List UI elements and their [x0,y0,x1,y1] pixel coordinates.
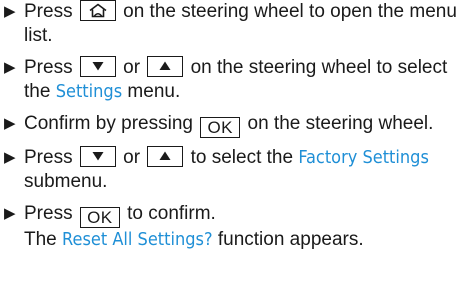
down-button-key [79,56,116,77]
up-button-key [147,56,184,77]
bullet-arrow-icon: ▶ [4,149,16,166]
home-icon [89,3,107,18]
step-1: ▶ Press on the steering wheel to open th… [2,0,460,48]
down-button-key [79,146,116,167]
bullet-arrow-icon: ▶ [4,3,16,20]
display-text-reset-all-settings: Reset All Settings? [62,229,213,250]
down-arrow-icon [92,62,104,71]
display-text-settings: Settings [55,81,123,102]
step-4-or: or [123,147,141,168]
step-2-pre: Press [24,57,73,78]
display-text-factory-settings: Factory Settings [298,147,429,168]
ok-button-key: OK [79,207,120,228]
step-5-result: The Reset All Settings? function appears… [24,228,460,252]
bullet-arrow-icon: ▶ [4,205,16,222]
step-1-pre: Press [24,1,73,22]
step-5-pre: Press [24,203,73,224]
step-3: ▶ Confirm by pressing OK on the steering… [2,112,460,138]
result-pre: The [24,229,57,250]
step-2-post2: menu. [127,81,181,102]
step-3-pre: Confirm by pressing [24,113,193,134]
step-2: ▶ Press or on the steering wheel to sele… [2,56,460,104]
step-5-post: to confirm. [127,203,216,224]
instruction-list: ▶ Press on the steering wheel to open th… [2,0,460,252]
ok-button-key: OK [200,117,241,138]
bullet-arrow-icon: ▶ [4,59,16,76]
bullet-arrow-icon: ▶ [4,115,16,132]
down-arrow-icon [92,152,104,161]
up-button-key [147,146,184,167]
step-4-post: to select the [190,147,294,168]
step-5: ▶ Press OK to confirm. The Reset All Set… [2,202,460,252]
home-button-key [79,0,116,21]
up-arrow-icon [159,151,171,160]
up-arrow-icon [159,61,171,70]
step-3-post: on the steering wheel. [247,113,434,134]
step-4-pre: Press [24,147,73,168]
step-4-post2: submenu. [24,171,108,192]
result-post: function appears. [217,229,364,250]
step-2-or: or [123,57,141,78]
step-4: ▶ Press or to select the Factory Setting… [2,146,460,194]
